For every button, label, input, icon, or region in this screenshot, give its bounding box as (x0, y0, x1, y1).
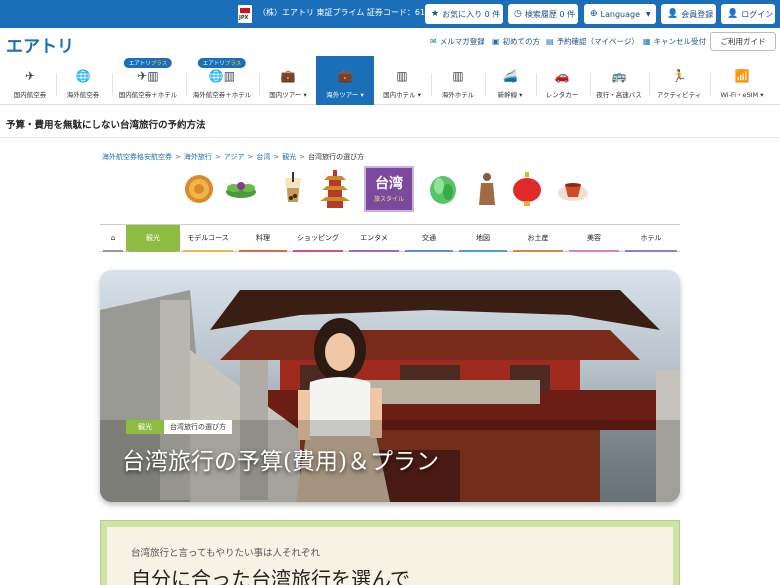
plant-icon[interactable] (224, 172, 258, 206)
cat-intl-hotel[interactable]: ▥ 海外ホテル (433, 56, 483, 105)
cat-domestic-tour[interactable]: 💼 国内ツアー ▾ (261, 56, 315, 105)
tab-food[interactable]: 料理 (236, 225, 290, 252)
tab-sightseeing[interactable]: 観光 (126, 225, 180, 252)
clock-icon: ◷ (514, 9, 522, 19)
tab-entertainment[interactable]: エンタメ (346, 225, 402, 252)
category-nav: ✈ 国内航空券 🌐 海外航空券 エアトリプラス ✈▥ 国内航空券＋ホテル エアトリプラス… (0, 56, 780, 105)
first-time-link[interactable]: ▣ 初めての方 (492, 36, 540, 47)
tab-model-course[interactable]: モデルコース (180, 225, 236, 252)
cat-intl-air[interactable]: 🌐 海外航空券 (58, 56, 108, 105)
hotel-icon: ▥ (452, 69, 464, 83)
guide-button[interactable]: ご利用ガイド (710, 32, 776, 51)
cat-activity[interactable]: 🏃 アクティビティ (651, 56, 707, 105)
cat-domestic-hotel[interactable]: ▥ 国内ホテル ▾ (376, 56, 428, 105)
mailmag-link[interactable]: ✉ メルマガ登録 (430, 36, 485, 47)
intro-box: 台湾旅行と言ってもやりたい事は人それぞれ 自分に合った台湾旅行を選んで (100, 520, 680, 585)
car-icon: 🚗 (554, 69, 570, 83)
tab-map[interactable]: 地図 (456, 225, 510, 252)
plane-hotel-icon: ✈▥ (137, 69, 159, 83)
user-icon: 👤 (727, 9, 739, 19)
cat-intl-tour[interactable]: 💼 海外ツアー ▾ (316, 56, 374, 105)
calendar-icon: ▦ (643, 37, 651, 46)
globe-hotel-icon: 🌐▥ (208, 69, 236, 83)
suitcase-icon: 💼 (337, 69, 353, 83)
info-icon: ▣ (492, 37, 500, 46)
tab-souvenir[interactable]: お土産 (510, 225, 566, 252)
cat-bus[interactable]: 🚌 夜行・高速バス (592, 56, 646, 105)
breadcrumb: 海外航空券格安航空券 > 海外旅行 > アジア > 台湾 > 観光 > 台湾旅行の選び方 (102, 153, 365, 161)
breadcrumb-item[interactable]: 台湾 (256, 153, 270, 161)
airtrip-plus-badge: エアトリプラス (123, 58, 173, 68)
airtrip-logo[interactable]: エアトリ (6, 32, 74, 57)
breadcrumb-current: 台湾旅行の選び方 (308, 153, 365, 161)
hotel-icon: ▥ (396, 69, 408, 83)
hero-title: 台湾旅行の予算(費用)＆プラン (122, 449, 439, 475)
bus-icon: 🚌 (611, 69, 627, 83)
tab-home[interactable]: ⌂ (100, 225, 126, 252)
breadcrumb-item[interactable]: 観光 (282, 153, 296, 161)
wifi-icon: 📶 (734, 69, 750, 83)
article-tag: 台湾旅行の選び方 (164, 420, 232, 434)
taiwan-style-logo[interactable]: 台湾 旅スタイル (364, 166, 414, 212)
mail-icon: ✉ (430, 37, 437, 46)
login-button[interactable]: 👤 ログイン (721, 4, 775, 24)
plane-icon: ✈ (24, 69, 36, 83)
home-icon: ⌂ (110, 234, 116, 242)
cat-shinkansen[interactable]: 🚄 新幹線 ▾ (487, 56, 533, 105)
cat-rentacar[interactable]: 🚗 レンタカー (538, 56, 586, 105)
train-icon: 🚄 (502, 69, 518, 83)
suitcase-icon: 💼 (280, 69, 296, 83)
category-tag: 観光 (126, 420, 164, 434)
cat-domestic-air-hotel[interactable]: エアトリプラス ✈▥ 国内航空券＋ホテル (114, 56, 182, 105)
bubble-tea-icon[interactable] (276, 172, 310, 206)
tab-transport[interactable]: 交通 (402, 225, 456, 252)
favorites-button[interactable]: ★ お気に入り 0 件 (425, 4, 503, 24)
register-button[interactable]: 👤 会員登録 (661, 4, 716, 24)
language-select[interactable]: ⊕ Language ▼ (584, 4, 656, 24)
cat-domestic-air[interactable]: ✈ 国内航空券 (6, 56, 54, 105)
history-button[interactable]: ◷ 検索履歴 0 件 (508, 4, 578, 24)
globe-icon: ⊕ (590, 9, 598, 19)
globe-plane-icon: 🌐 (75, 69, 91, 83)
jade-cabbage-icon[interactable] (426, 172, 460, 206)
jpx-logo: JPX (238, 5, 252, 23)
pineapple-cake-icon[interactable] (182, 172, 216, 206)
cat-wifi[interactable]: 📶 Wi-Fi・eSIM ▾ (712, 56, 772, 105)
pagoda-icon[interactable] (318, 170, 352, 208)
breadcrumb-item[interactable]: アジア (224, 153, 245, 161)
user-plus-icon: 👤 (667, 9, 679, 19)
company-info: （株）エアトリ 東証プライム 証券コード：6191 (258, 8, 436, 17)
cat-intl-air-hotel[interactable]: エアトリプラス 🌐▥ 海外航空券＋ホテル (188, 56, 256, 105)
breadcrumb-item[interactable]: 海外旅行 (184, 153, 212, 161)
caret-down-icon: ▼ (646, 10, 651, 18)
tab-hotel[interactable]: ホテル (622, 225, 680, 252)
statue-icon[interactable] (470, 172, 504, 206)
tab-beauty[interactable]: 美容 (566, 225, 622, 252)
intro-subtitle: 台湾旅行と言ってもやりたい事は人それぞれ (131, 548, 321, 559)
document-icon: ▤ (546, 37, 554, 46)
tab-shopping[interactable]: ショッピング (290, 225, 346, 252)
topic-tabs: ⌂ 観光 モデルコース 料理 ショッピング エンタメ 交通 地図 お土産 美容 … (100, 224, 680, 252)
reservation-link[interactable]: ▤ 予約確認（マイページ） (546, 36, 639, 47)
page-title: 予算・費用を無駄にしない台湾旅行の予約方法 (6, 120, 206, 131)
tea-cup-icon[interactable] (556, 172, 590, 206)
hero-banner: 観光 台湾旅行の選び方 台湾旅行の予算(費用)＆プラン (100, 270, 680, 502)
divider (0, 137, 780, 138)
hero-tags: 観光 台湾旅行の選び方 (126, 420, 232, 434)
intro-headline: 自分に合った台湾旅行を選んで (131, 567, 410, 585)
breadcrumb-item[interactable]: 海外航空券格安航空券 (102, 153, 172, 161)
running-icon: 🏃 (671, 69, 687, 83)
airtrip-plus-badge: エアトリプラス (197, 58, 247, 68)
cancel-link[interactable]: ▦ キャンセル受付 (643, 36, 706, 47)
top-bar: JPX （株）エアトリ 東証プライム 証券コード：6191 ★ お気に入り 0 件… (0, 0, 780, 28)
star-icon: ★ (431, 9, 440, 19)
lantern-icon[interactable] (510, 172, 544, 206)
